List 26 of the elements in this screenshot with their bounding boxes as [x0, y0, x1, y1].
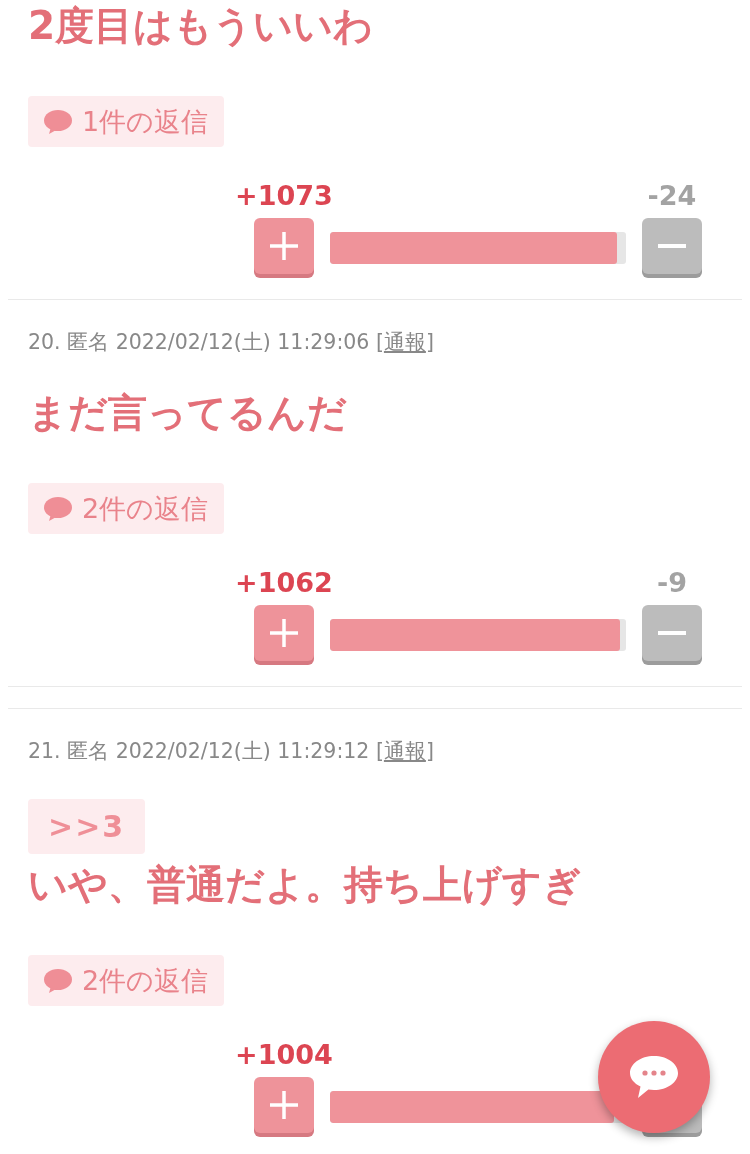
minus-icon — [658, 631, 686, 635]
reply-anchor-link[interactable]: >>3 — [28, 799, 146, 854]
minus-icon — [658, 244, 686, 248]
post-meta: 21. 匿名 2022/02/12(土) 11:29:12 [通報] — [28, 738, 434, 765]
plus-icon — [270, 619, 298, 647]
downvote-count: -24 — [647, 180, 697, 212]
plus-icon — [270, 232, 298, 260]
replies-button[interactable]: 2件の返信 — [28, 955, 225, 1006]
comment-text: 2度目はもういいわ — [28, 2, 374, 50]
chat-bubble-icon — [630, 1056, 678, 1098]
speech-bubble-icon — [44, 968, 72, 993]
floating-chat-button[interactable] — [598, 1021, 710, 1133]
report-link[interactable]: 通報 — [383, 330, 426, 354]
downvote-count: -9 — [657, 567, 687, 599]
comment-text: いや、普通だよ。持ち上げすぎ — [28, 861, 582, 909]
replies-button[interactable]: 1件の返信 — [28, 96, 225, 147]
upvote-count: +1004 — [235, 1039, 333, 1071]
speech-bubble-icon — [44, 109, 72, 134]
upvote-count: +1073 — [235, 180, 333, 212]
report-link[interactable]: 通報 — [383, 739, 426, 763]
speech-bubble-icon — [44, 496, 72, 521]
upvote-count: +1062 — [235, 567, 333, 599]
comment-text: まだ言ってるんだ — [28, 389, 347, 437]
post-meta: 20. 匿名 2022/02/12(土) 11:29:06 [通報] — [28, 329, 434, 356]
replies-button[interactable]: 2件の返信 — [28, 483, 225, 534]
plus-icon — [270, 1091, 298, 1119]
